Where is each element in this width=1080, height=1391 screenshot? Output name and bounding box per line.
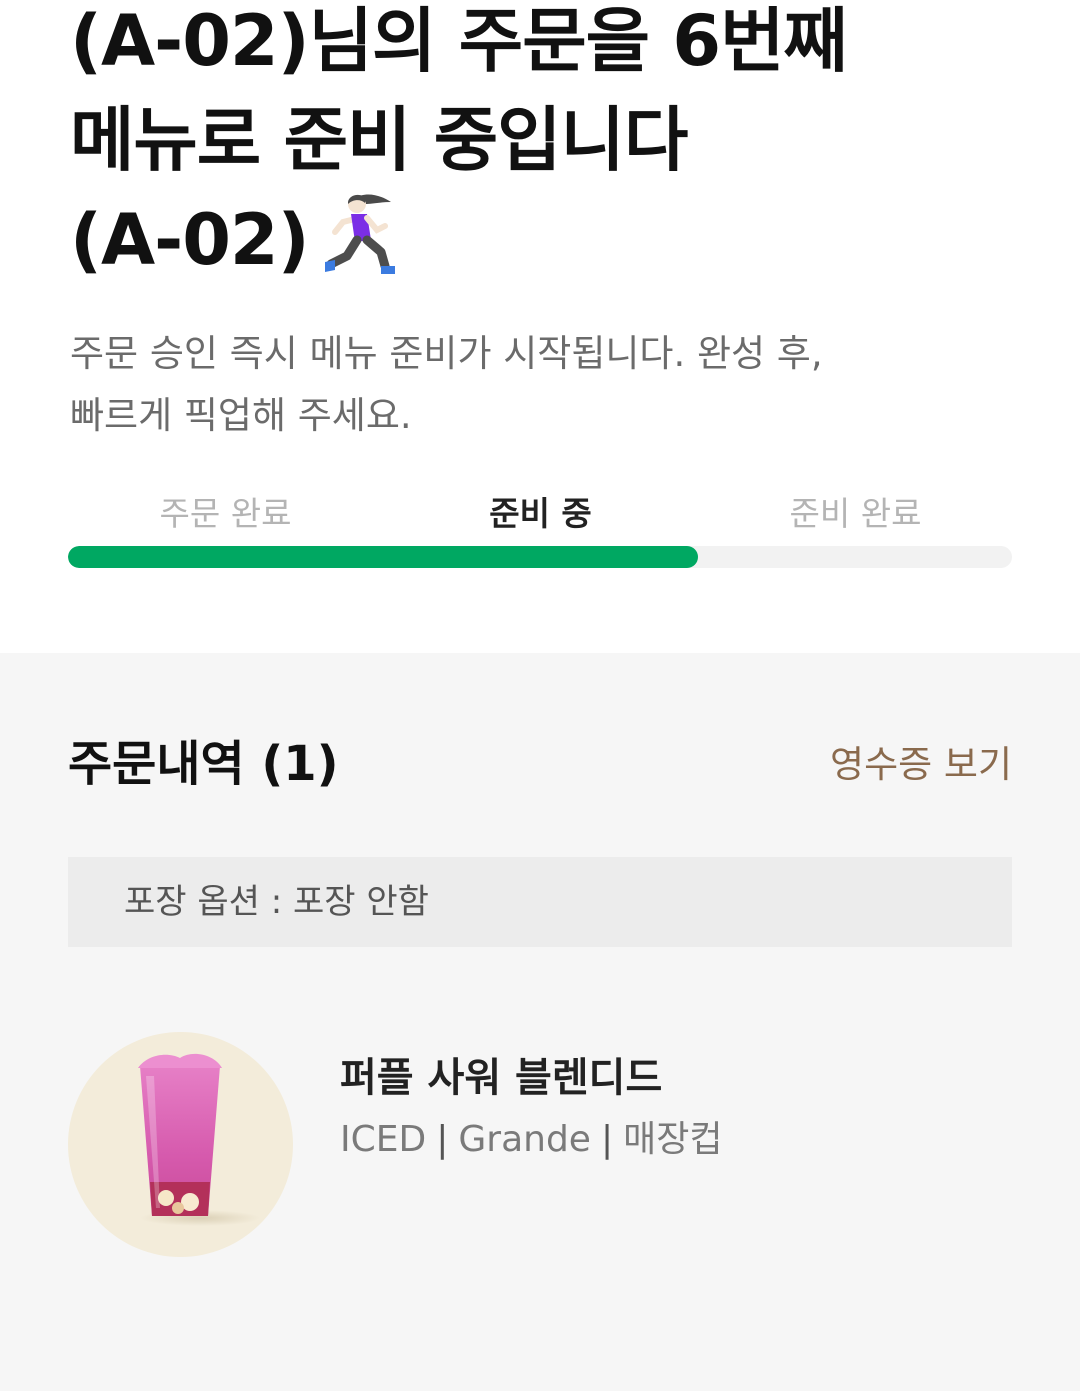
description-line-2: 빠르게 픽업해 주세요.	[70, 394, 412, 437]
item-option-temperature: ICED	[340, 1119, 427, 1160]
order-item[interactable]: 퍼플 사워 블렌디드 ICED | Grande | 매장컵	[68, 1032, 1012, 1258]
progress-bar	[68, 546, 1012, 568]
progress-bar-fill	[68, 546, 698, 568]
progress-steps: 주문 완료 준비 중 준비 완료	[68, 490, 1012, 540]
title-line-3-text: (A-02)	[70, 199, 310, 281]
packaging-option-text: 포장 옵션 : 포장 안함	[124, 882, 429, 922]
running-woman-icon	[324, 194, 395, 274]
item-name: 퍼플 사워 블렌디드	[340, 1055, 663, 1101]
page-title: (A-02)님의 주문을 6번째 메뉴로 준비 중입니다 (A-02)	[70, 0, 1030, 290]
item-thumbnail	[68, 1032, 293, 1257]
title-line-3: (A-02)	[70, 190, 1030, 290]
purple-blended-drink-icon	[138, 1053, 260, 1226]
step-ready: 준비 완료	[789, 494, 922, 533]
order-status-header: (A-02)님의 주문을 6번째 메뉴로 준비 중입니다 (A-02) 주문 승…	[0, 0, 1080, 653]
title-line-2: 메뉴로 준비 중입니다	[70, 99, 688, 181]
option-separator: |	[600, 1119, 614, 1160]
description-line-1: 주문 승인 즉시 메뉴 준비가 시작됩니다. 완성 후,	[70, 332, 823, 375]
order-history-title: 주문내역 (1)	[68, 736, 339, 792]
view-receipt-link[interactable]: 영수증 보기	[830, 739, 1012, 791]
title-line-1: (A-02)님의 주문을 6번째	[70, 0, 848, 82]
option-separator: |	[436, 1119, 449, 1160]
status-description: 주문 승인 즉시 메뉴 준비가 시작됩니다. 완성 후, 빠르게 픽업해 주세요…	[70, 323, 970, 447]
order-details-section: 주문내역 (1) 영수증 보기 포장 옵션 : 포장 안함 퍼플 사워 블렌디드…	[0, 653, 1080, 1391]
item-option-cup: 매장컵	[623, 1119, 723, 1160]
packaging-option-box: 포장 옵션 : 포장 안함	[68, 857, 1012, 947]
item-option-size: Grande	[458, 1119, 591, 1160]
step-preparing: 준비 중	[489, 494, 592, 533]
item-options: ICED | Grande | 매장컵	[340, 1114, 722, 1166]
step-order-complete: 주문 완료	[159, 494, 292, 533]
